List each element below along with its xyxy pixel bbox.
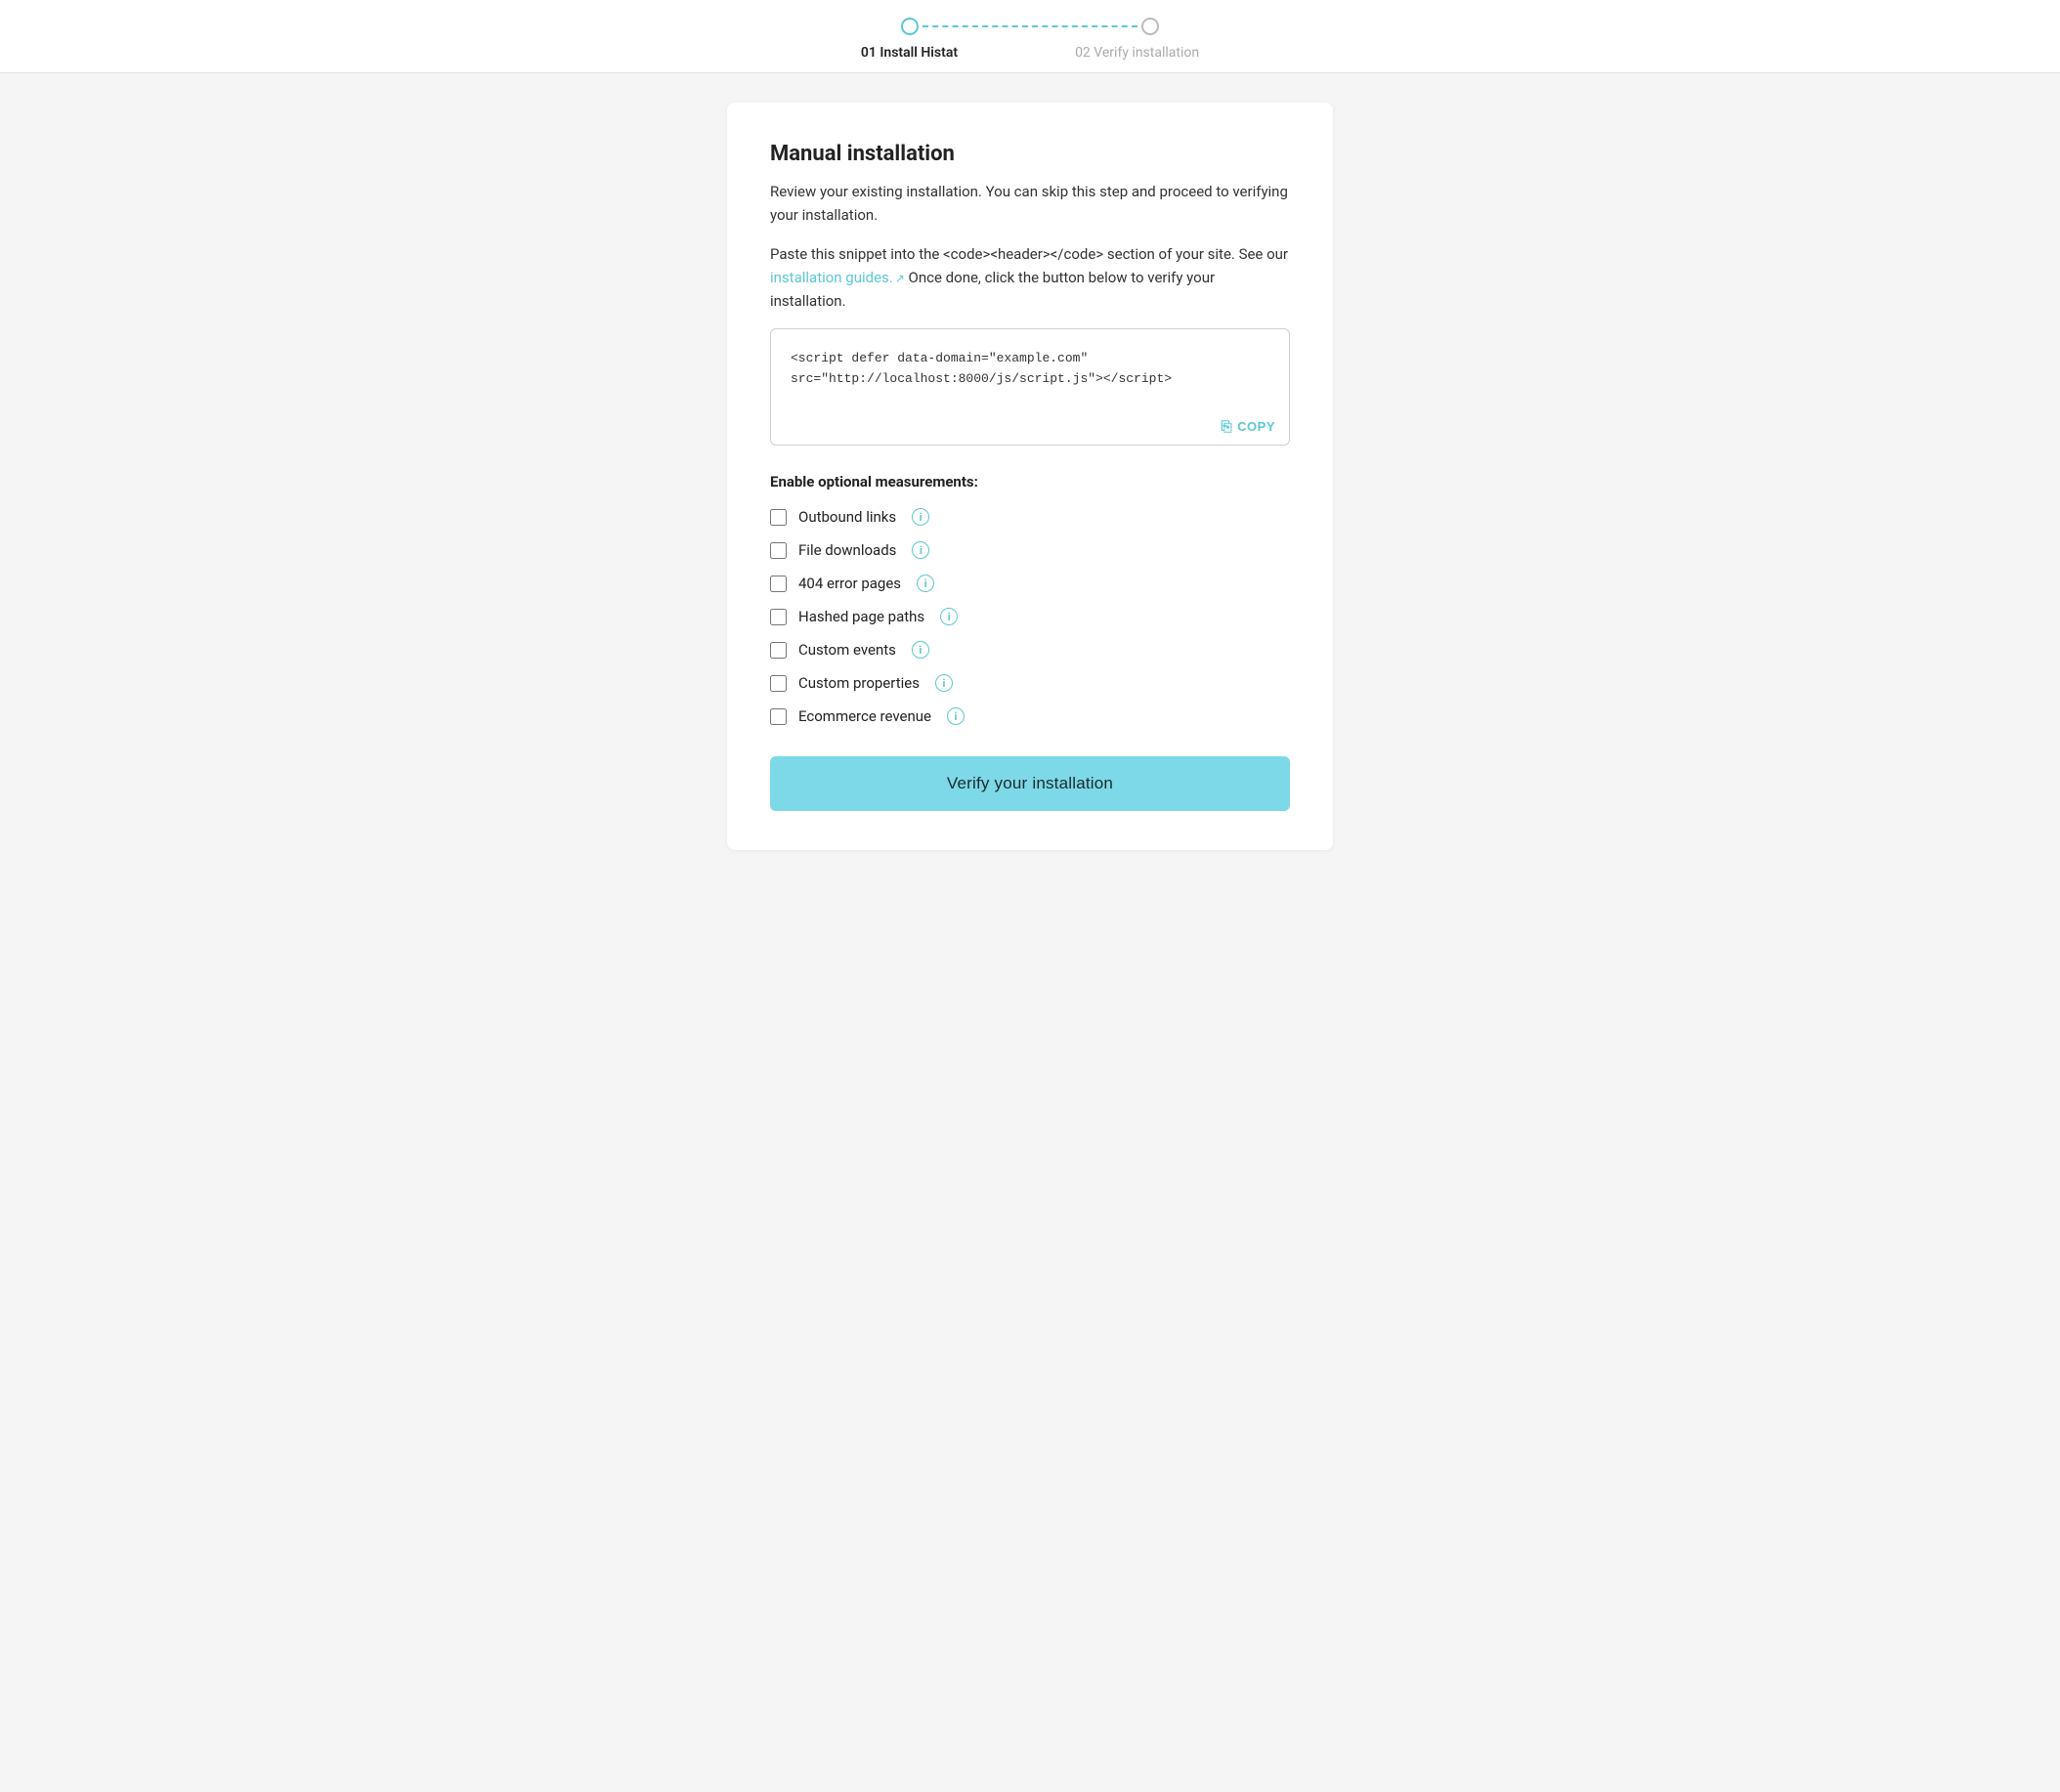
step2-circle — [1141, 18, 1159, 35]
checkbox-row-hashed: Hashed page paths i — [770, 608, 1290, 625]
custom-properties-info-icon[interactable]: i — [935, 674, 953, 692]
outbound-links-info-icon[interactable]: i — [912, 508, 929, 526]
installation-guides-link[interactable]: installation guides.↗ — [770, 269, 905, 286]
main-content: Manual installation Review your existing… — [727, 103, 1333, 850]
checkbox-row-downloads: File downloads i — [770, 541, 1290, 559]
custom-events-label: Custom events — [798, 641, 896, 659]
description2: Paste this snippet into the <code><heade… — [770, 242, 1290, 313]
checkbox-row-ecommerce: Ecommerce revenue i — [770, 707, 1290, 725]
checkbox-row-custom-events: Custom events i — [770, 641, 1290, 659]
ecommerce-revenue-checkbox[interactable] — [770, 708, 787, 725]
step1-circle — [901, 18, 919, 35]
external-link-icon: ↗ — [895, 270, 905, 288]
file-downloads-label: File downloads — [798, 541, 896, 559]
custom-properties-label: Custom properties — [798, 674, 920, 692]
custom-events-checkbox[interactable] — [770, 642, 787, 659]
verify-installation-button[interactable]: Verify your installation — [770, 756, 1290, 811]
step-line — [923, 25, 1137, 27]
ecommerce-revenue-label: Ecommerce revenue — [798, 707, 931, 725]
hashed-page-paths-info-icon[interactable]: i — [940, 608, 958, 625]
checkbox-row-outbound: Outbound links i — [770, 508, 1290, 526]
step-labels: 01 Install Histat 02 Verify installation — [861, 45, 1199, 61]
code-snippet-box: <script defer data-domain="example.com" … — [770, 328, 1290, 446]
outbound-links-label: Outbound links — [798, 508, 896, 526]
404-error-pages-checkbox[interactable] — [770, 576, 787, 592]
code-snippet: <script defer data-domain="example.com" … — [791, 349, 1269, 390]
hashed-page-paths-label: Hashed page paths — [798, 608, 924, 625]
404-error-pages-info-icon[interactable]: i — [917, 575, 934, 592]
file-downloads-info-icon[interactable]: i — [912, 541, 929, 559]
file-downloads-checkbox[interactable] — [770, 542, 787, 559]
copy-button[interactable]: ⎘ COPY — [1221, 418, 1275, 435]
optional-title: Enable optional measurements: — [770, 473, 1290, 491]
description1: Review your existing installation. You c… — [770, 180, 1290, 227]
step1-label: 01 Install Histat — [861, 45, 958, 61]
custom-properties-checkbox[interactable] — [770, 675, 787, 692]
top-bar: 01 Install Histat 02 Verify installation — [0, 0, 2060, 73]
page-title: Manual installation — [770, 142, 1290, 166]
checkbox-row-custom-properties: Custom properties i — [770, 674, 1290, 692]
step2-label: 02 Verify installation — [1075, 45, 1199, 61]
copy-icon: ⎘ — [1221, 418, 1232, 435]
stepper — [901, 18, 1159, 35]
404-error-pages-label: 404 error pages — [798, 575, 901, 592]
ecommerce-revenue-info-icon[interactable]: i — [947, 707, 965, 725]
hashed-page-paths-checkbox[interactable] — [770, 609, 787, 625]
outbound-links-checkbox[interactable] — [770, 509, 787, 526]
custom-events-info-icon[interactable]: i — [912, 641, 929, 659]
checkbox-row-404: 404 error pages i — [770, 575, 1290, 592]
copy-label: COPY — [1237, 419, 1275, 434]
checkbox-list: Outbound links i File downloads i 404 er… — [770, 508, 1290, 725]
